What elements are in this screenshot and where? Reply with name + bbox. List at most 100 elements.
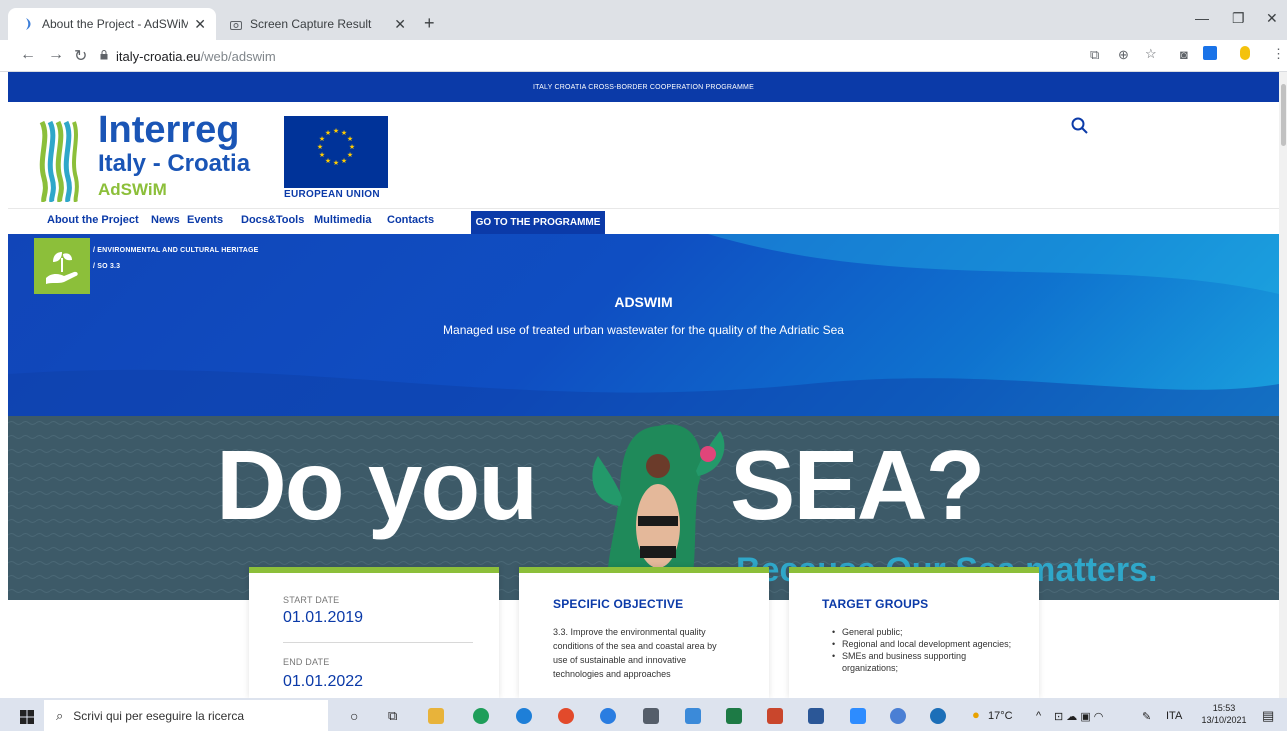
taskbar-search-box[interactable]: ⌕ Scrivi qui per eseguire la ricerca — [44, 700, 328, 731]
menu-kebab-icon[interactable]: ⋮ — [1272, 46, 1285, 62]
powerpoint-icon[interactable] — [767, 708, 783, 724]
clock-date: 13/10/2021 — [1201, 715, 1247, 725]
search-icon: ⌕ — [56, 707, 64, 723]
svg-text:★: ★ — [341, 157, 347, 165]
go-to-programme-button[interactable]: GO TO THE PROGRAMME — [471, 211, 605, 234]
taskbar-clock[interactable]: 15:53 13/10/2021 — [1196, 702, 1252, 726]
bookmark-star-icon[interactable]: ☆ — [1145, 46, 1157, 62]
page-title: ADSWIM — [614, 294, 673, 310]
chrome-profile-icon[interactable] — [600, 708, 616, 724]
objective-title: SPECIFIC OBJECTIVE — [553, 597, 684, 611]
cortana-icon[interactable]: ○ — [350, 708, 358, 724]
end-date-label: END DATE — [283, 657, 330, 667]
task-view-icon[interactable]: ⧉ — [388, 708, 397, 724]
windows-start-icon[interactable] — [20, 710, 34, 724]
logo-italy-croatia[interactable]: Italy - Croatia — [98, 150, 250, 178]
svg-text:★: ★ — [319, 151, 325, 159]
zoom-icon[interactable]: ⊕ — [1118, 47, 1129, 63]
new-tab-button[interactable]: + — [424, 13, 435, 34]
tray-chevron-icon[interactable]: ^ — [1036, 710, 1041, 722]
tab-close-icon[interactable]: ✕ — [394, 16, 406, 33]
banner-headline-sea: SEA? — [730, 430, 985, 540]
screenshot-extension-icon[interactable]: ◙ — [1180, 47, 1188, 62]
camera-icon — [230, 18, 242, 30]
scrollbar-thumb[interactable] — [1281, 84, 1286, 146]
nav-about-project[interactable]: About the Project — [47, 214, 139, 226]
extension-icon[interactable] — [1240, 46, 1250, 60]
search-icon[interactable] — [1070, 116, 1090, 136]
tab-about-project[interactable]: About the Project - AdSWiM - Ita ✕ — [8, 8, 216, 40]
end-date-value: 01.01.2022 — [283, 673, 364, 690]
eu-flag-icon: ★ ★ ★ ★ ★ ★ ★ ★ ★ ★ ★ ★ — [284, 116, 388, 188]
chrome-active-icon[interactable] — [890, 708, 906, 724]
excel-icon[interactable] — [726, 708, 742, 724]
tab-close-icon[interactable]: ✕ — [194, 16, 206, 33]
svg-text:★: ★ — [347, 135, 353, 143]
nav-docs-tools[interactable]: Docs&Tools — [241, 214, 304, 226]
download-extension-icon[interactable] — [1203, 46, 1217, 60]
clock-time: 15:53 — [1212, 703, 1236, 713]
svg-text:★: ★ — [325, 129, 331, 137]
url-domain: italy-croatia.eu — [116, 48, 201, 64]
svg-text:★: ★ — [333, 127, 339, 135]
file-explorer-icon[interactable] — [428, 708, 444, 724]
photos-icon[interactable] — [685, 708, 701, 724]
close-window-icon[interactable]: ✕ — [1266, 10, 1278, 27]
card-divider — [283, 642, 473, 643]
back-arrow-icon[interactable]: ← — [20, 46, 36, 64]
url-field[interactable]: italy-croatia.eu/web/adswim — [100, 45, 1100, 67]
objective-line: use of sustainable and innovative — [553, 655, 687, 665]
minimize-icon[interactable]: — — [1195, 10, 1209, 26]
calculator-icon[interactable] — [643, 708, 659, 724]
environment-heritage-icon — [34, 238, 90, 294]
pen-icon[interactable]: ✎ — [1142, 710, 1151, 723]
tray-app-icons[interactable]: ⊡ ☁ ▣ ◠ — [1054, 710, 1103, 723]
svg-text:★: ★ — [349, 143, 355, 151]
target-groups-list: General public; Regional and local devel… — [832, 626, 1022, 674]
edge-icon[interactable] — [516, 708, 532, 724]
objective-line: technologies and approaches — [553, 669, 671, 679]
list-item: Regional and local development agencies; — [832, 638, 1022, 650]
tab-title: About the Project - AdSWiM - Ita — [42, 17, 189, 31]
taskbar-search-placeholder: Scrivi qui per eseguire la ricerca — [73, 708, 245, 723]
chrome-icon[interactable] — [558, 708, 574, 724]
logo-adswim[interactable]: AdSWiM — [98, 180, 167, 200]
programme-banner: ITALY CROATIA CROSS-BORDER COOPERATION P… — [8, 72, 1279, 102]
scrollbar[interactable] — [1279, 72, 1287, 698]
start-date-label: START DATE — [283, 595, 340, 605]
url-path: /web/adswim — [200, 48, 276, 64]
notifications-icon[interactable]: ▤ — [1262, 708, 1274, 724]
nav-multimedia[interactable]: Multimedia — [314, 214, 371, 226]
nav-news[interactable]: News — [151, 214, 180, 226]
nav-contacts[interactable]: Contacts — [387, 214, 434, 226]
svg-text:★: ★ — [347, 151, 353, 159]
tab-screen-capture[interactable]: Screen Capture Result ✕ — [216, 8, 416, 40]
banner-headline-do-you: Do you — [216, 430, 538, 540]
interreg-waves-logo-icon[interactable] — [38, 118, 80, 202]
list-item: General public; — [832, 626, 1022, 638]
word-icon[interactable] — [808, 708, 824, 724]
project-description: Managed use of treated urban wastewater … — [443, 323, 844, 337]
site-favicon-icon — [22, 18, 34, 30]
help-icon[interactable] — [930, 708, 946, 724]
weather-temperature[interactable]: 17°C — [988, 710, 1013, 722]
tab-title: Screen Capture Result — [250, 17, 372, 31]
nav-events[interactable]: Events — [187, 214, 223, 226]
objective-line: conditions of the sea and coastal area b… — [553, 641, 717, 651]
reload-icon[interactable]: ↻ — [74, 46, 87, 66]
weather-icon[interactable]: ● — [972, 707, 980, 722]
target-groups-title: TARGET GROUPS — [822, 597, 929, 611]
language-indicator[interactable]: ITA — [1166, 710, 1182, 722]
start-date-value: 01.01.2019 — [283, 609, 364, 626]
logo-interreg[interactable]: Interreg — [98, 108, 239, 152]
zoom-app-icon[interactable] — [850, 708, 866, 724]
objective-line: 3.3. Improve the environmental quality — [553, 627, 706, 637]
breadcrumb-so[interactable]: / SO 3.3 — [93, 263, 120, 270]
forward-arrow-icon[interactable]: → — [48, 46, 64, 64]
translate-icon[interactable]: ⧉ — [1090, 47, 1099, 63]
svg-text:★: ★ — [333, 159, 339, 167]
list-item: SMEs and business supporting organizatio… — [832, 650, 1022, 674]
app-icon[interactable] — [473, 708, 489, 724]
restore-icon[interactable]: ❐ — [1232, 10, 1245, 27]
breadcrumb-heritage[interactable]: / ENVIRONMENTAL AND CULTURAL HERITAGE — [93, 247, 259, 254]
